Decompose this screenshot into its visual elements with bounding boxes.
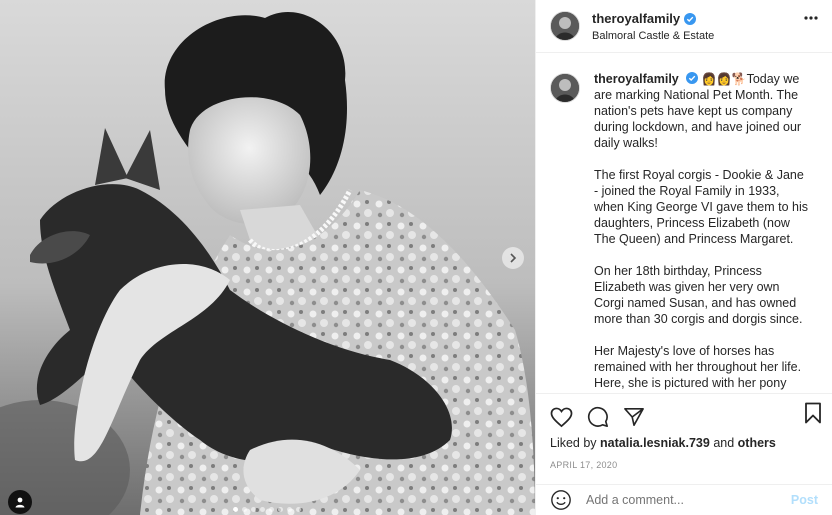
heart-icon[interactable] <box>550 407 573 428</box>
caption-paragraph-3: On her 18th birthday, Princess Elizabeth… <box>594 264 803 326</box>
likes-joiner: and <box>713 436 735 450</box>
likes-others-link[interactable]: others <box>738 436 776 450</box>
more-options-button[interactable] <box>802 16 820 20</box>
likes-text: Liked by natalia.lesniak.739 and others <box>536 432 832 450</box>
comment-input[interactable] <box>584 492 791 508</box>
avatar[interactable] <box>550 11 580 41</box>
chevron-right-icon <box>508 253 518 263</box>
caption-paragraph-4: Her Majesty's love of horses has remaine… <box>594 344 802 390</box>
carousel-dot <box>251 507 256 512</box>
caption-username[interactable]: theroyalfamily <box>594 72 679 86</box>
carousel-dot <box>260 507 265 512</box>
liked-by-user[interactable]: natalia.lesniak.739 <box>600 436 710 450</box>
actions-area: Liked by natalia.lesniak.739 and others … <box>536 393 832 470</box>
more-icon <box>803 16 820 20</box>
post-date[interactable]: APRIL 17, 2020 <box>536 450 832 470</box>
caption-avatar[interactable] <box>550 73 580 103</box>
post-comment-button[interactable]: Post <box>791 493 818 507</box>
carousel-next-button[interactable] <box>502 247 524 269</box>
post-header: theroyalfamily Balmoral Castle & Estate <box>536 0 832 53</box>
user-tag-button[interactable] <box>8 490 32 514</box>
caption-paragraph-2: The first Royal corgis - Dookie & Jane -… <box>594 168 809 246</box>
header-username[interactable]: theroyalfamily <box>592 11 680 26</box>
emoji-icon[interactable] <box>550 489 572 511</box>
carousel-dot <box>287 507 292 512</box>
user-tag-icon <box>14 496 26 508</box>
carousel-indicator <box>233 507 301 512</box>
post-photo <box>0 0 535 515</box>
caption-emojis: 👩👩🐕 <box>701 72 747 86</box>
post-media[interactable] <box>0 0 535 515</box>
verified-icon <box>686 72 699 84</box>
carousel-dot <box>242 507 247 512</box>
caption-area: theroyalfamily 👩👩🐕Today we are marking N… <box>536 53 832 393</box>
comment-box: Post <box>536 484 832 515</box>
location-link[interactable]: Balmoral Castle & Estate <box>592 30 714 42</box>
caption-text: theroyalfamily 👩👩🐕Today we are marking N… <box>594 71 809 393</box>
verified-icon <box>684 12 697 25</box>
post-sidebar: theroyalfamily Balmoral Castle & Estate <box>535 0 832 515</box>
carousel-dot <box>233 507 238 512</box>
carousel-dot <box>296 507 301 512</box>
comment-icon[interactable] <box>587 406 609 428</box>
share-icon[interactable] <box>623 407 645 427</box>
carousel-dot <box>278 507 283 512</box>
carousel-dot <box>269 507 274 512</box>
likes-prefix: Liked by <box>550 436 597 450</box>
post: theroyalfamily Balmoral Castle & Estate <box>0 0 832 515</box>
bookmark-icon[interactable] <box>804 402 822 429</box>
